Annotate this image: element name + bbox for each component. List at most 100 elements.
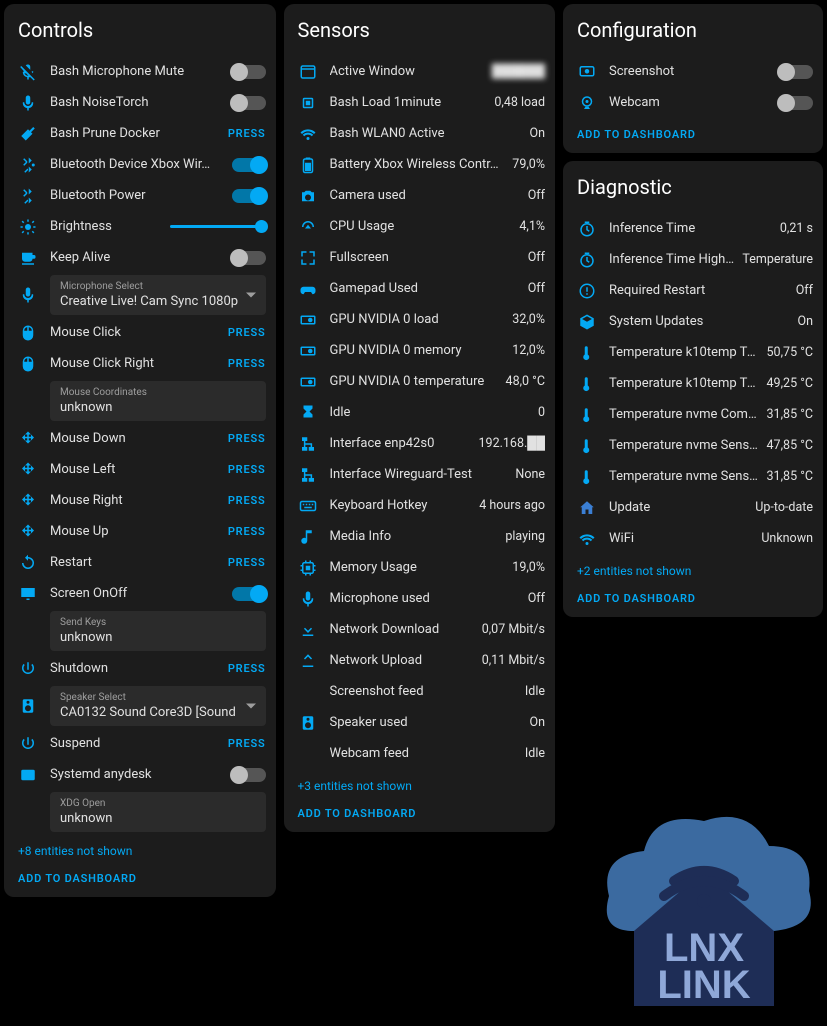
text-input[interactable]: Mouse Coordinates unknown (50, 381, 266, 421)
sensor-value: Off (528, 281, 545, 296)
controls-row[interactable]: Keep Alive (14, 242, 266, 273)
controls-row[interactable]: Bluetooth Device Xbox Wir… (14, 149, 266, 180)
press-button[interactable]: PRESS (228, 326, 266, 339)
sensor-row[interactable]: Camera usedOff (294, 180, 546, 211)
press-button[interactable]: PRESS (228, 737, 266, 750)
controls-row[interactable]: RestartPRESS (14, 547, 266, 578)
config-row[interactable]: Screenshot (573, 56, 813, 87)
sensors-add[interactable]: ADD TO DASHBOARD (298, 807, 546, 820)
sensor-row[interactable]: FullscreenOff (294, 242, 546, 273)
controls-row[interactable]: Bluetooth Power (14, 180, 266, 211)
press-button[interactable]: PRESS (228, 662, 266, 675)
field-label: Mouse Coordinates (60, 387, 256, 398)
controls-row[interactable]: Bash Microphone Mute (14, 56, 266, 87)
sensor-label: Network Upload (330, 653, 474, 668)
diagnostic-row[interactable]: Temperature nvme Senso…47,85 °C (573, 430, 813, 461)
sensor-row[interactable]: Active Window██████ (294, 56, 546, 87)
field-value: Creative Live! Cam Sync 1080p (60, 294, 256, 309)
toggle-switch[interactable] (232, 251, 266, 265)
controls-row[interactable]: Mouse LeftPRESS (14, 454, 266, 485)
diagnostic-row[interactable]: Inference Time Highe…Temperature (573, 244, 813, 275)
sensor-row[interactable]: Webcam feedIdle (294, 738, 546, 769)
press-button[interactable]: PRESS (228, 127, 266, 140)
diagnostic-row[interactable]: Required RestartOff (573, 275, 813, 306)
diagnostic-label: Temperature k10temp Tc… (609, 345, 759, 360)
diagnostic-row[interactable]: Temperature k10temp Tctl49,25 °C (573, 368, 813, 399)
svg-text:LINK: LINK (657, 963, 750, 1007)
press-button[interactable]: PRESS (228, 525, 266, 538)
controls-row[interactable]: Mouse Click PRESS (14, 317, 266, 348)
diagnostic-row[interactable]: Inference Time0,21 s (573, 213, 813, 244)
sensor-row[interactable]: Bash Load 1minute0,48 load (294, 87, 546, 118)
controls-row[interactable]: Mouse RightPRESS (14, 485, 266, 516)
diagnostic-more[interactable]: +2 entities not shown (577, 564, 813, 578)
controls-more[interactable]: +8 entities not shown (18, 844, 266, 858)
sensor-row[interactable]: Gamepad UsedOff (294, 273, 546, 304)
controls-row[interactable]: Mouse UpPRESS (14, 516, 266, 547)
controls-row[interactable]: Bash NoiseTorch (14, 87, 266, 118)
sensor-value: 19,0% (512, 560, 545, 575)
select-box[interactable]: Speaker SelectCA0132 Sound Core3D [Sound (50, 686, 266, 726)
diagnostic-row[interactable]: Temperature nvme Comp…31,85 °C (573, 399, 813, 430)
sensor-row[interactable]: Memory Usage19,0% (294, 552, 546, 583)
controls-row[interactable]: Bash Prune DockerPRESS (14, 118, 266, 149)
sensor-label: Interface Wireguard-Test (330, 467, 508, 482)
toggle-switch[interactable] (232, 96, 266, 110)
control-label: Shutdown (50, 661, 220, 676)
press-button[interactable]: PRESS (228, 494, 266, 507)
control-label: Mouse Click (50, 325, 220, 340)
controls-row[interactable]: Mouse Click RightPRESS (14, 348, 266, 379)
controls-row[interactable]: SuspendPRESS (14, 728, 266, 759)
diagnostic-row[interactable]: WiFiUnknown (573, 523, 813, 554)
controls-add[interactable]: ADD TO DASHBOARD (18, 872, 266, 885)
toggle-switch[interactable] (232, 158, 266, 172)
sensor-row[interactable]: Bash WLAN0 ActiveOn (294, 118, 546, 149)
sensor-row[interactable]: Network Upload0,11 Mbit/s (294, 645, 546, 676)
toggle-switch[interactable] (779, 65, 813, 79)
sensor-row[interactable]: Network Download0,07 Mbit/s (294, 614, 546, 645)
press-button[interactable]: PRESS (228, 556, 266, 569)
sensor-row[interactable]: Screenshot feedIdle (294, 676, 546, 707)
controls-row[interactable]: Screen OnOff (14, 578, 266, 609)
sensor-row[interactable]: Battery Xbox Wireless Contr…79,0% (294, 149, 546, 180)
toggle-switch[interactable] (779, 96, 813, 110)
sensor-row[interactable]: Interface Wireguard-TestNone (294, 459, 546, 490)
text-input[interactable]: XDG Openunknown (50, 792, 266, 832)
toggle-switch[interactable] (232, 189, 266, 203)
sensor-row[interactable]: Media Infoplaying (294, 521, 546, 552)
press-button[interactable]: PRESS (228, 432, 266, 445)
controls-row[interactable]: Brightness (14, 211, 266, 242)
diagnostic-row[interactable]: System UpdatesOn (573, 306, 813, 337)
field-value: unknown (60, 400, 256, 415)
sensor-row[interactable]: CPU Usage4,1% (294, 211, 546, 242)
sensor-row[interactable]: Keyboard Hotkey4 hours ago (294, 490, 546, 521)
text-input[interactable]: Send Keysunknown (50, 611, 266, 651)
restart-icon (14, 554, 42, 572)
sensor-row[interactable]: Interface enp42s0192.168.██ (294, 428, 546, 459)
diagnostic-add[interactable]: ADD TO DASHBOARD (577, 592, 813, 605)
diagnostic-row[interactable]: UpdateUp-to-date (573, 492, 813, 523)
sensor-row[interactable]: GPU NVIDIA 0 load32,0% (294, 304, 546, 335)
toggle-switch[interactable] (232, 768, 266, 782)
sensor-row[interactable]: Microphone usedOff (294, 583, 546, 614)
controls-row[interactable]: Systemd anydesk (14, 759, 266, 790)
toggle-switch[interactable] (232, 65, 266, 79)
sensors-more[interactable]: +3 entities not shown (298, 779, 546, 793)
brightness-slider[interactable] (170, 225, 262, 228)
sensor-row[interactable]: GPU NVIDIA 0 temperature48,0 °C (294, 366, 546, 397)
sensor-row[interactable]: Idle0 (294, 397, 546, 428)
select-box[interactable]: Microphone SelectCreative Live! Cam Sync… (50, 275, 266, 315)
diagnostic-row[interactable]: Temperature k10temp Tc…50,75 °C (573, 337, 813, 368)
configuration-add[interactable]: ADD TO DASHBOARD (577, 128, 813, 141)
press-button[interactable]: PRESS (228, 357, 266, 370)
sensor-label: Camera used (330, 188, 520, 203)
press-button[interactable]: PRESS (228, 463, 266, 476)
controls-row[interactable]: Mouse DownPRESS (14, 423, 266, 454)
sensor-value: 4,1% (519, 219, 545, 234)
config-row[interactable]: Webcam (573, 87, 813, 118)
toggle-switch[interactable] (232, 587, 266, 601)
diagnostic-row[interactable]: Temperature nvme Senso…31,85 °C (573, 461, 813, 492)
controls-row[interactable]: Shutdown PRESS (14, 653, 266, 684)
sensor-row[interactable]: Speaker usedOn (294, 707, 546, 738)
sensor-row[interactable]: GPU NVIDIA 0 memory12,0% (294, 335, 546, 366)
